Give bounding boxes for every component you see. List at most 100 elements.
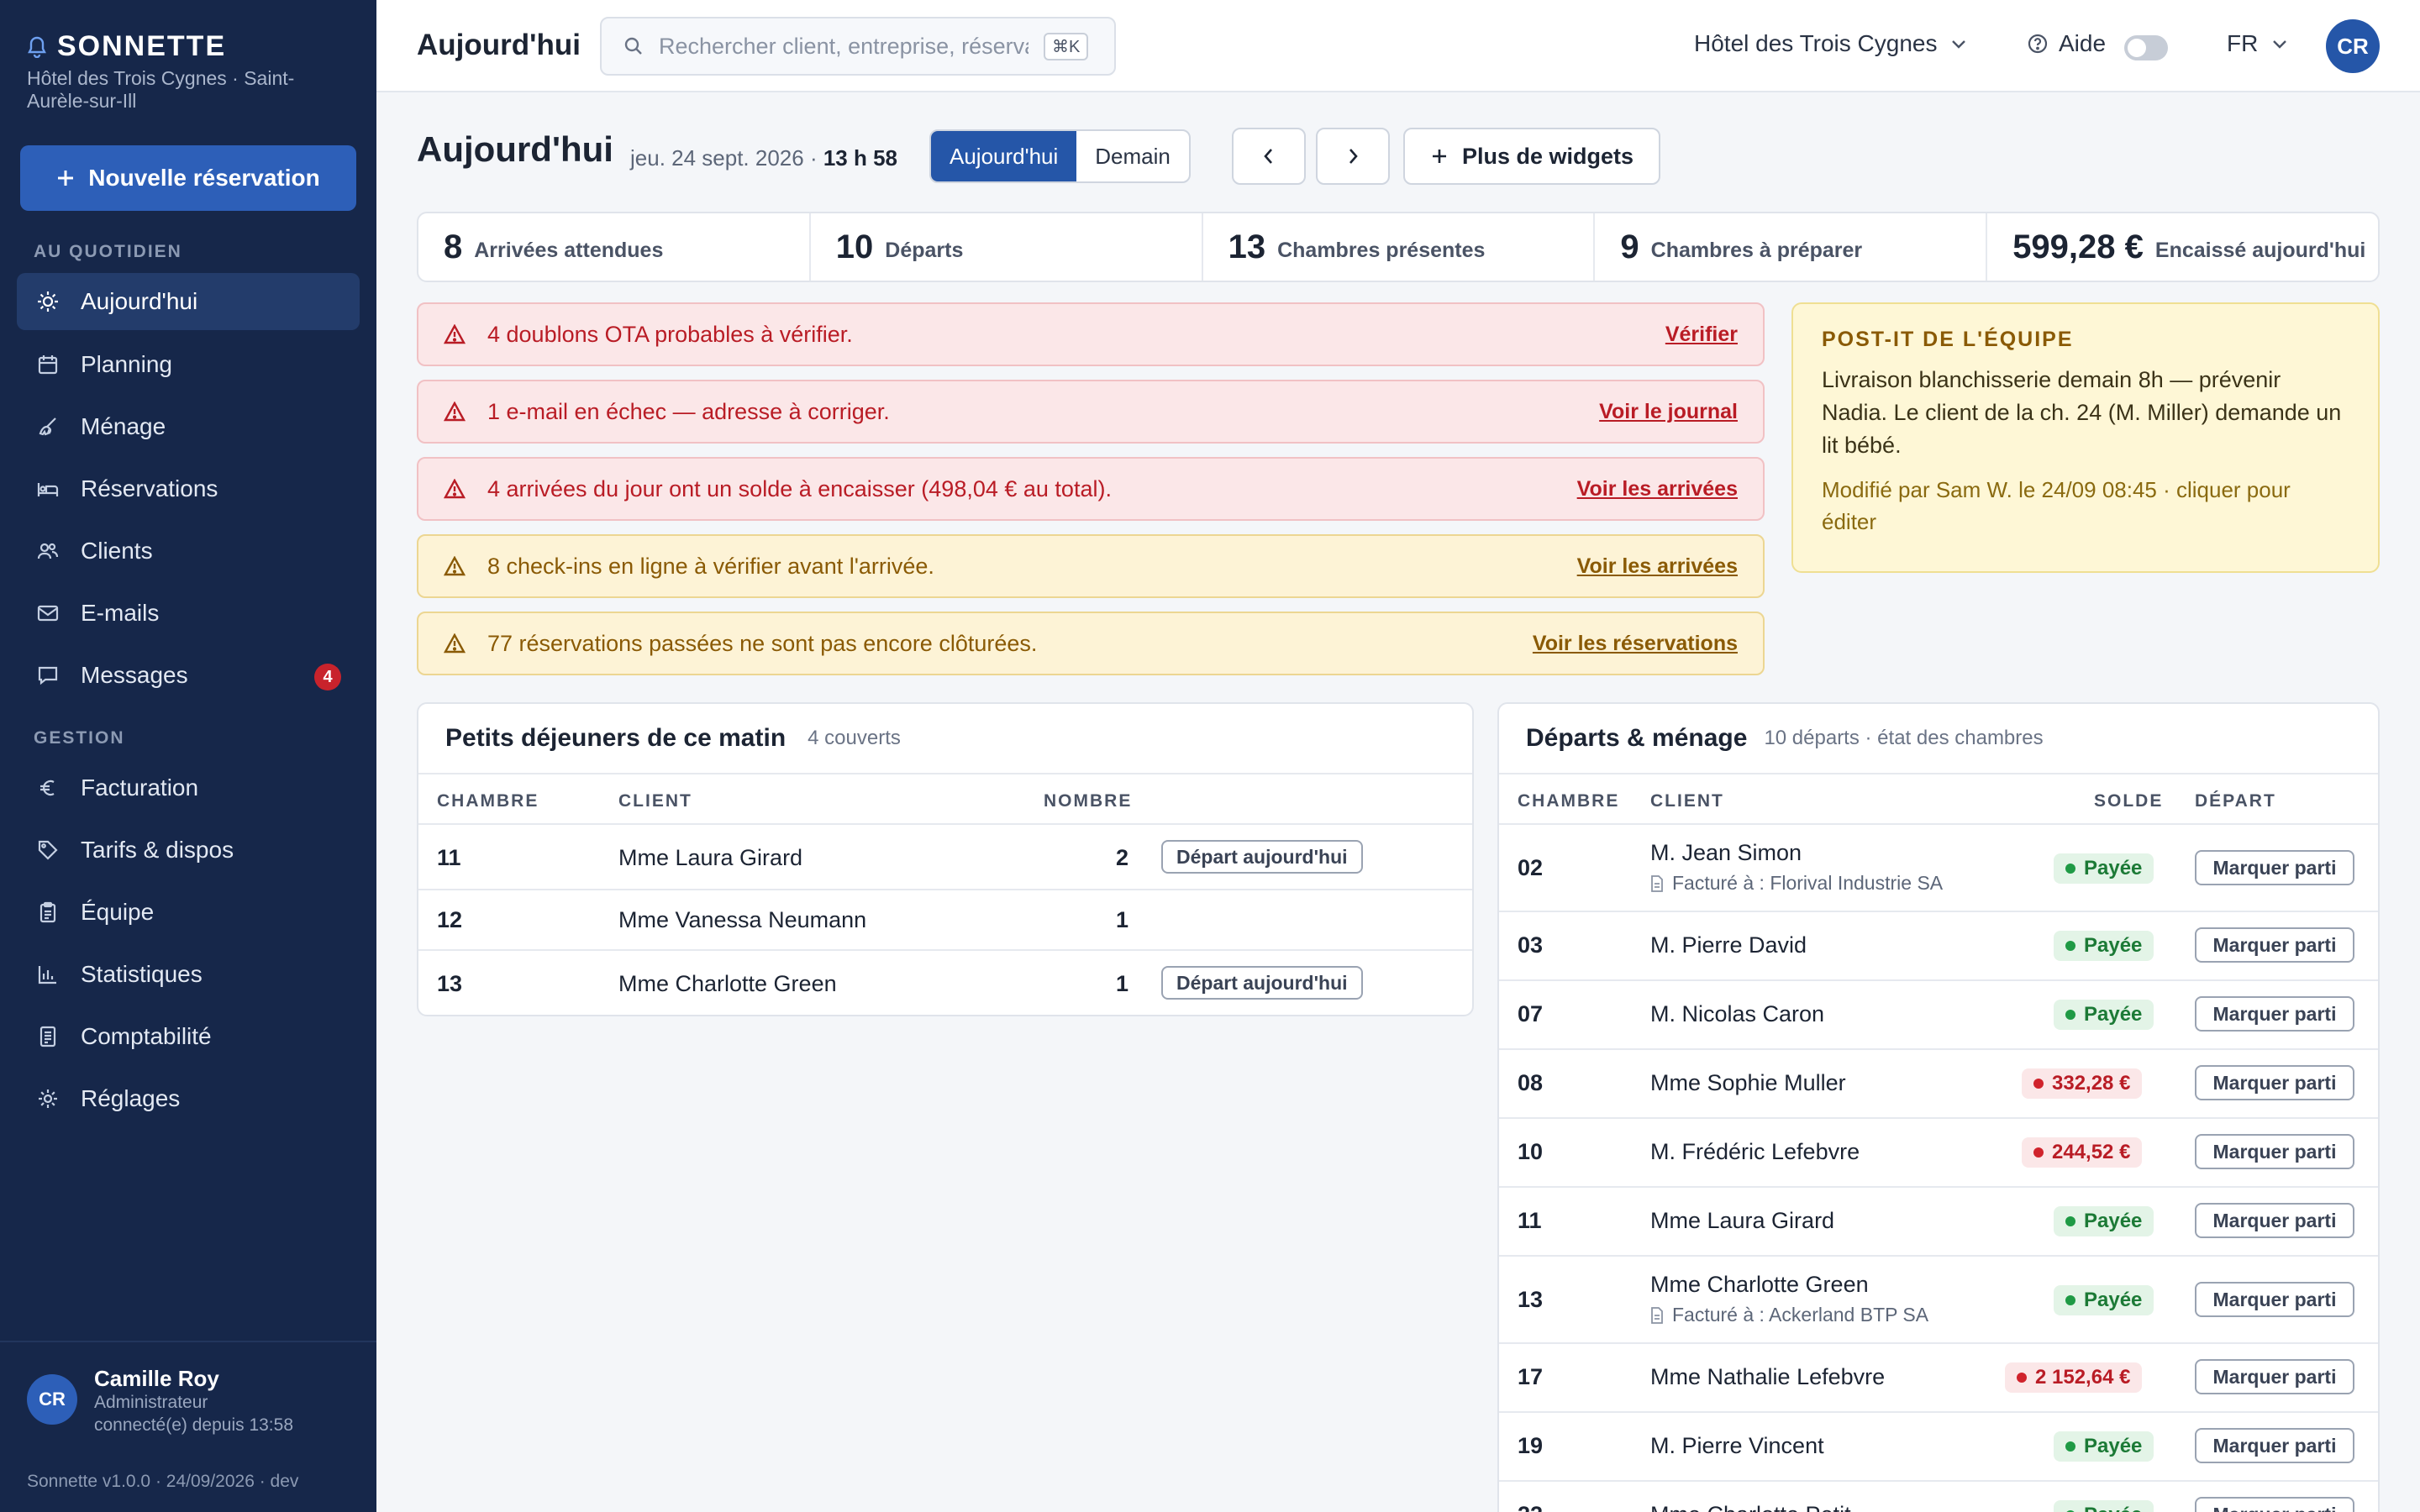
mark-departed-button[interactable]: Marquer parti — [2195, 1282, 2354, 1317]
sidebar-item-billing[interactable]: Facturation — [17, 759, 360, 816]
verify-link[interactable]: Vérifier — [1665, 323, 1738, 347]
view-arrivals-link[interactable]: Voir les arrivées — [1577, 554, 1738, 579]
user-avatar[interactable]: CR — [27, 1374, 77, 1425]
sidebar-item-housekeeping[interactable]: Ménage — [17, 398, 360, 455]
sidebar-item-reservations[interactable]: Réservations — [17, 460, 360, 517]
alert-text: 1 e-mail en échec — adresse à corriger. — [487, 398, 890, 424]
table-row[interactable]: 12 Mme Vanessa Neumann 1 — [418, 889, 1472, 949]
mark-departed-button[interactable]: Marquer parti — [2195, 1134, 2354, 1169]
sidebar-item-accounting[interactable]: Comptabilité — [17, 1008, 360, 1065]
team-sticky-note[interactable]: POST-IT DE L'ÉQUIPE Livraison blanchisse… — [1791, 302, 2380, 573]
tab-today[interactable]: Aujourd'hui — [931, 131, 1077, 181]
sidebar-item-label: E-mails — [81, 600, 160, 626]
cover-count: 1 — [1116, 971, 1129, 996]
hotel-selector[interactable]: Hôtel des Trois Cygnes — [1694, 30, 1967, 57]
table-row[interactable]: 11 Mme Laura Girard Payée Marquer parti — [1499, 1186, 2378, 1255]
search-box[interactable]: ⌘K — [600, 17, 1116, 76]
ledger-icon — [35, 1024, 60, 1049]
mark-departed-button[interactable]: Marquer parti — [2195, 1065, 2354, 1100]
sidebar-item-statistics[interactable]: Statistiques — [17, 946, 360, 1003]
status-dot — [2065, 1441, 2075, 1452]
view-arrivals-link[interactable]: Voir les arrivées — [1577, 477, 1738, 501]
table-row[interactable]: 13 Mme Charlotte Green 1 Départ aujourd'… — [418, 949, 1472, 1015]
stat-occupied[interactable]: 13 Chambres présentes — [1203, 213, 1596, 281]
next-day-button[interactable] — [1316, 128, 1390, 185]
help-toggle[interactable] — [2124, 35, 2168, 60]
balance-text: Payée — [2084, 934, 2143, 957]
mark-departed-button[interactable]: Marquer parti — [2195, 1203, 2354, 1238]
view-log-link[interactable]: Voir le journal — [1599, 400, 1738, 424]
mark-departed-button[interactable]: Marquer parti — [2195, 927, 2354, 963]
sidebar-item-today[interactable]: Aujourd'hui — [17, 273, 360, 330]
table-row[interactable]: 02 M. Jean Simon Facturé à : Florival In… — [1499, 823, 2378, 911]
brand[interactable]: SONNETTE — [27, 30, 226, 63]
client-name: Mme Charlotte Green — [1650, 1272, 1869, 1297]
stat-arrivals[interactable]: 8 Arrivées attendues — [418, 213, 811, 281]
sidebar-item-emails[interactable]: E-mails — [17, 585, 360, 642]
table-row[interactable]: 10 M. Frédéric Lefebvre 244,52 € Marquer… — [1499, 1117, 2378, 1186]
stat-departures[interactable]: 10 Départs — [811, 213, 1203, 281]
language-selector[interactable]: FR — [2227, 30, 2288, 57]
table-row[interactable]: 07 M. Nicolas Caron Payée Marquer parti — [1499, 979, 2378, 1048]
stat-label: Départs — [885, 238, 964, 262]
more-widgets-button[interactable]: Plus de widgets — [1403, 128, 1660, 185]
mark-departed-button[interactable]: Marquer parti — [2195, 1428, 2354, 1463]
sidebar-item-label: Aujourd'hui — [81, 288, 198, 314]
table-row[interactable]: 13 Mme Charlotte Green Facturé à : Acker… — [1499, 1255, 2378, 1342]
balance-text: Payée — [2084, 1003, 2143, 1026]
sidebar-item-planning[interactable]: Planning — [17, 336, 360, 393]
table-row[interactable]: 17 Mme Nathalie Lefebvre 2 152,64 € Marq… — [1499, 1342, 2378, 1411]
mark-departed-button[interactable]: Marquer parti — [2195, 996, 2354, 1032]
sidebar-item-label: Équipe — [81, 899, 155, 925]
sidebar-item-label: Messages — [81, 662, 188, 688]
new-booking-label: Nouvelle réservation — [88, 165, 320, 191]
breakfast-card: Petits déjeuners de ce matin 4 couverts … — [417, 702, 1474, 1016]
new-booking-button[interactable]: Nouvelle réservation — [20, 145, 356, 211]
date-text: jeu. 24 sept. 2026 · — [630, 145, 818, 171]
alert-unclosed-bookings: 77 réservations passées ne sont pas enco… — [417, 612, 1765, 675]
document-icon — [1650, 874, 1664, 892]
balance-paid-badge: Payée — [2054, 853, 2154, 884]
language-label: FR — [2227, 30, 2259, 56]
stat-label: Chambres présentes — [1277, 238, 1486, 262]
search-input[interactable] — [659, 33, 1028, 60]
mark-departed-button[interactable]: Marquer parti — [2195, 1359, 2354, 1394]
table-row[interactable]: 08 Mme Sophie Muller 332,28 € Marquer pa… — [1499, 1048, 2378, 1117]
balance-text: Payée — [2084, 1435, 2143, 1457]
users-icon — [35, 538, 60, 564]
sidebar-item-messages[interactable]: Messages 4 — [17, 647, 360, 704]
mark-departed-button[interactable]: Marquer parti — [2195, 850, 2354, 885]
table-row[interactable]: 19 M. Pierre Vincent Payée Marquer parti — [1499, 1411, 2378, 1480]
departure-today-badge: Départ aujourd'hui — [1161, 840, 1363, 874]
column-header-room: CHAMBRE — [437, 791, 539, 811]
balance-text: 2 152,64 € — [2035, 1366, 2131, 1389]
sidebar-item-clients[interactable]: Clients — [17, 522, 360, 580]
client-name: Mme Laura Girard — [618, 845, 803, 870]
previous-day-button[interactable] — [1232, 128, 1306, 185]
departures-card-header: Départs & ménage 10 départs · état des c… — [1499, 704, 2378, 774]
help-icon — [2027, 33, 2049, 55]
messages-count-badge: 4 — [314, 664, 341, 690]
more-widgets-label: Plus de widgets — [1461, 143, 1634, 169]
balance-text: Payée — [2084, 1504, 2142, 1512]
account-avatar[interactable]: CR — [2326, 19, 2380, 73]
table-row[interactable]: 22 Mme Charlotte Petit Payée Marquer par… — [1499, 1480, 2378, 1512]
section-daily: AU QUOTIDIEN — [34, 242, 182, 261]
help-button[interactable]: Aide — [2027, 30, 2106, 57]
room-number: 11 — [1518, 1208, 1542, 1233]
view-reservations-link[interactable]: Voir les réservations — [1533, 632, 1738, 656]
column-header-count: NOMBRE — [1044, 791, 1133, 811]
tab-tomorrow[interactable]: Demain — [1076, 131, 1189, 181]
stat-to-prepare[interactable]: 9 Chambres à préparer — [1595, 213, 1988, 281]
hotel-location: Hôtel des Trois Cygnes · Saint-Aurèle-su… — [27, 67, 295, 112]
sidebar-item-rates[interactable]: Tarifs & dispos — [17, 822, 360, 879]
client-name: Mme Sophie Muller — [1650, 1070, 1846, 1095]
mark-departed-button[interactable]: Marquer parti — [2195, 1497, 2354, 1512]
sidebar-item-team[interactable]: Équipe — [17, 884, 360, 941]
sidebar-item-settings[interactable]: Réglages — [17, 1070, 360, 1127]
table-row[interactable]: 11 Mme Laura Girard 2 Départ aujourd'hui — [418, 823, 1472, 889]
sidebar-item-label: Réservations — [81, 475, 218, 501]
warning-icon — [444, 556, 466, 576]
stat-collected[interactable]: 599,28 € Encaissé aujourd'hui — [1987, 213, 2378, 281]
table-row[interactable]: 03 M. Pierre David Payée Marquer parti — [1499, 911, 2378, 979]
